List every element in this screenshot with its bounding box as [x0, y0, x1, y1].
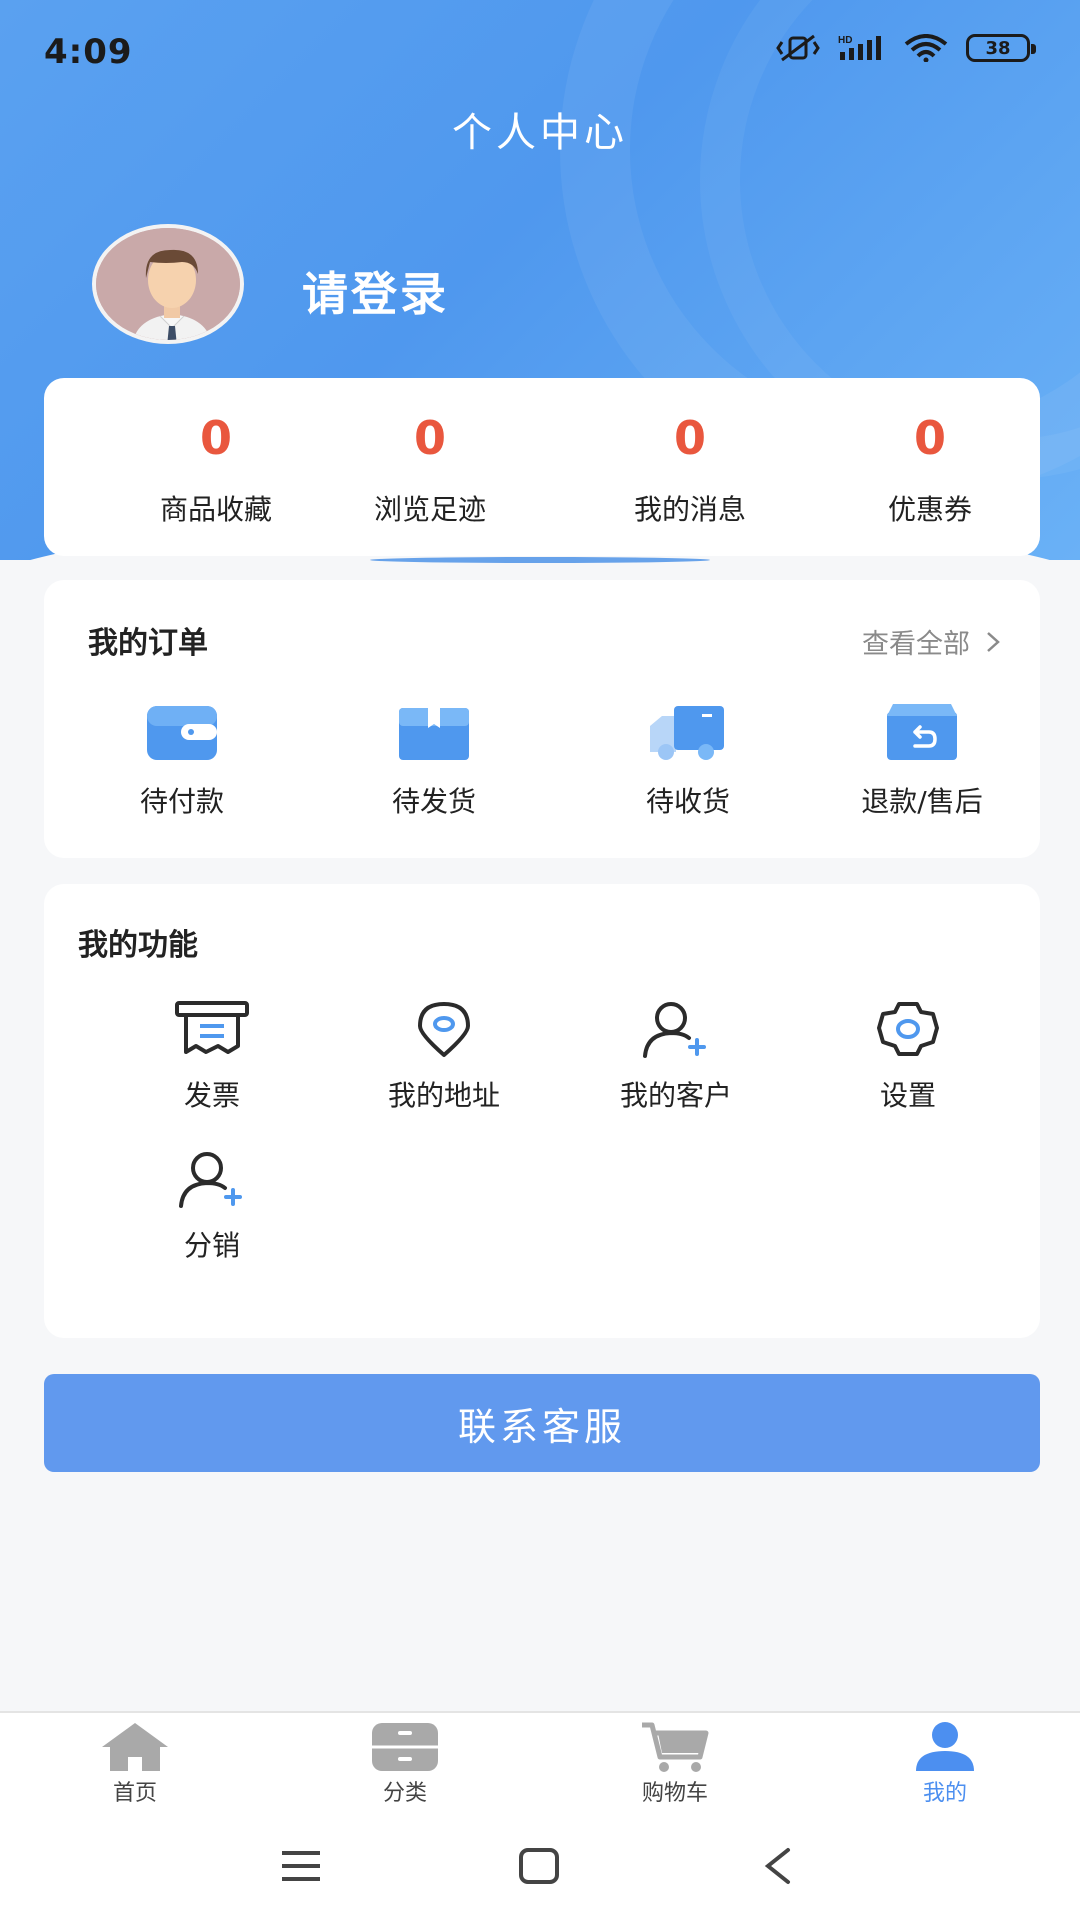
stat-history[interactable]: 0 浏览足迹: [330, 408, 530, 528]
stats-card: 0 商品收藏 0 浏览足迹 0 我的消息 0 优惠券: [44, 378, 1040, 556]
home-icon: [102, 1723, 168, 1771]
stat-value: 0: [413, 411, 446, 465]
status-bar: 4:09 HD 38: [0, 0, 1080, 100]
home-square-icon[interactable]: [518, 1847, 560, 1885]
decorative-underline: [370, 557, 710, 563]
stat-coupons[interactable]: 0 优惠券: [830, 408, 1030, 528]
view-all-orders-link[interactable]: 查看全部: [862, 622, 1000, 661]
stat-favorites[interactable]: 0 商品收藏: [116, 408, 316, 528]
status-icons: HD 38: [776, 34, 1036, 62]
order-pending-payment[interactable]: 待付款: [82, 702, 282, 820]
box-icon: [399, 708, 469, 760]
bottom-tab-bar: 首页 分类 购物车 我的: [0, 1711, 1080, 1815]
battery-level: 38: [985, 37, 1011, 59]
cart-icon: [642, 1722, 709, 1772]
order-label: 待发货: [391, 785, 476, 818]
battery-indicator: 38: [966, 34, 1036, 62]
order-pending-shipment[interactable]: 待发货: [334, 702, 534, 820]
add-user-icon: [179, 1152, 242, 1208]
contact-support-button[interactable]: 联系客服: [44, 1374, 1040, 1472]
user-icon: [916, 1722, 974, 1771]
function-address[interactable]: 我的地址: [344, 1000, 544, 1114]
page-title: 个人中心: [452, 110, 628, 156]
stat-label: 我的消息: [633, 493, 746, 526]
menu-icon[interactable]: [280, 1847, 322, 1885]
orders-title: 我的订单: [88, 626, 208, 661]
stat-label: 优惠券: [887, 493, 972, 526]
order-label: 退款/售后: [861, 785, 983, 818]
status-time: 4:09: [44, 32, 133, 72]
wallet-icon: [147, 706, 217, 760]
tab-category[interactable]: 分类: [325, 1721, 485, 1807]
category-icon: [372, 1723, 438, 1771]
tab-label: 购物车: [641, 1781, 708, 1806]
functions-card: 我的功能 发票 我的地址 我的客户 设置 分销: [44, 884, 1040, 1338]
chevron-right-icon: [987, 631, 1000, 652]
truck-icon: [650, 706, 724, 760]
avatar[interactable]: [92, 224, 244, 344]
svg-text:HD: HD: [838, 35, 852, 46]
location-icon: [418, 1002, 470, 1057]
function-label: 分销: [183, 1229, 240, 1262]
stat-value: 0: [913, 411, 946, 465]
order-pending-receipt[interactable]: 待收货: [588, 702, 788, 820]
function-label: 发票: [183, 1079, 240, 1112]
system-navigation-bar: [0, 1815, 1080, 1920]
orders-card: 我的订单 查看全部 待付款 待发货 待收货 退款/售后: [44, 580, 1040, 858]
wifi-icon: [904, 34, 948, 62]
signal-icon: HD: [838, 35, 881, 60]
stat-label: 浏览足迹: [373, 493, 486, 526]
gear-icon: [877, 1002, 939, 1056]
mute-vibrate-icon: [776, 34, 820, 62]
view-all-label: 查看全部: [862, 629, 970, 660]
function-distribution[interactable]: 分销: [112, 1150, 312, 1264]
add-user-icon: [643, 1002, 706, 1058]
refund-box-icon: [887, 704, 957, 760]
functions-title: 我的功能: [78, 928, 198, 963]
tab-label: 首页: [112, 1781, 157, 1806]
stat-value: 0: [673, 411, 706, 465]
invoice-icon: [175, 1001, 249, 1054]
tab-label: 我的: [922, 1781, 967, 1806]
tab-label: 分类: [382, 1781, 427, 1806]
function-customers[interactable]: 我的客户: [576, 1000, 776, 1114]
login-prompt[interactable]: 请登录: [302, 258, 449, 324]
function-label: 设置: [879, 1079, 936, 1112]
stat-value: 0: [199, 411, 232, 465]
tab-mine[interactable]: 我的: [865, 1721, 1025, 1807]
back-icon[interactable]: [762, 1847, 794, 1885]
order-label: 待付款: [139, 785, 224, 818]
tab-cart[interactable]: 购物车: [595, 1721, 755, 1807]
function-label: 我的地址: [387, 1079, 500, 1112]
function-invoice[interactable]: 发票: [112, 1000, 312, 1114]
stat-label: 商品收藏: [159, 493, 272, 526]
order-label: 待收货: [645, 785, 730, 818]
function-settings[interactable]: 设置: [808, 1000, 1008, 1114]
order-refund-aftersale[interactable]: 退款/售后: [822, 702, 1022, 820]
function-label: 我的客户: [619, 1079, 732, 1112]
stat-messages[interactable]: 0 我的消息: [590, 408, 790, 528]
tab-home[interactable]: 首页: [55, 1721, 215, 1807]
